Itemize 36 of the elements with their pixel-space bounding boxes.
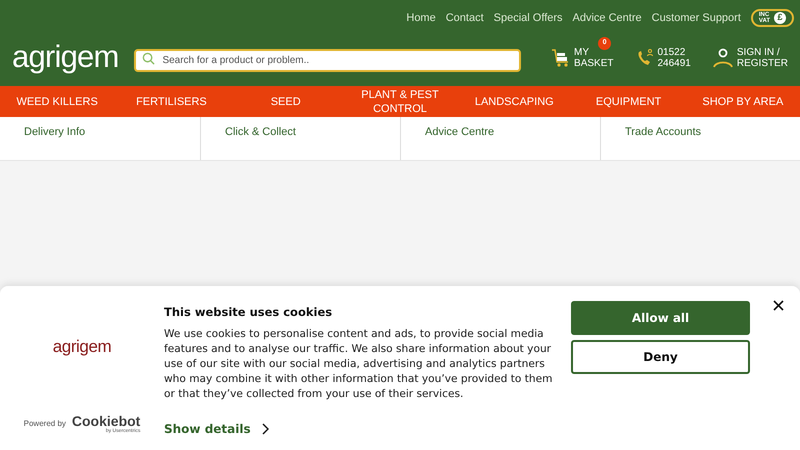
sub-nav-link[interactable]: Delivery Info (24, 124, 86, 153)
allow-all-button[interactable]: Allow all (571, 301, 750, 335)
show-details-link[interactable]: Show details (164, 420, 569, 438)
currency-symbol: £ (774, 12, 786, 24)
top-link[interactable]: Home (406, 10, 436, 26)
cookiebot-logo[interactable]: Cookiebot (72, 414, 140, 428)
close-icon[interactable] (773, 300, 784, 311)
banner-title: This website uses cookies (164, 304, 334, 321)
sub-nav-link[interactable]: Trade Accounts (625, 124, 702, 153)
site-logo[interactable]: agrigem (12, 40, 134, 76)
sign-in-link[interactable]: SIGN IN / REGISTER (736, 47, 788, 69)
top-link[interactable]: Advice Centre (572, 10, 642, 26)
powered-by-text: Powered by (24, 418, 66, 430)
user-icon (712, 48, 733, 68)
nav-item[interactable]: LANDSCAPING (457, 86, 572, 117)
search-field[interactable]: Search for a product or problem.. (134, 48, 522, 72)
nav-item[interactable]: WEED KILLERS (0, 86, 114, 117)
nav-item[interactable]: PLANT & PEST CONTROL (342, 86, 458, 117)
banner-text: We use cookies to personalise content and ads, to provide social media features and to analyse our traffic. We also share information about your use of our site with our social media, advertising and analytics partners who may combine it with other information that you’ve provided to them or that they’ve collected from your use of their services. (164, 327, 554, 402)
nav-item[interactable]: EQUIPMENT (571, 86, 686, 117)
top-link[interactable]: Customer Support (652, 10, 741, 26)
sub-nav-link[interactable]: Advice Centre (425, 124, 494, 153)
top-link[interactable]: Special Offers (494, 10, 563, 26)
nav-item[interactable]: SEED (228, 86, 343, 117)
chevron-right-icon (260, 423, 269, 436)
top-link[interactable]: Contact (446, 10, 484, 26)
nav-item[interactable]: FERTILISERS (114, 86, 229, 117)
deny-button[interactable]: Deny (571, 340, 750, 374)
search-icon (142, 52, 156, 64)
nav-item[interactable]: SHOP BY AREA (686, 86, 800, 117)
basket-icon (551, 48, 570, 68)
sub-nav-link[interactable]: Click & Collect (225, 124, 296, 153)
basket-link[interactable]: MY BASKET (574, 47, 614, 69)
banner-logo: agrigem (52, 336, 112, 358)
phone-icon (636, 48, 654, 68)
phone-number[interactable]: 01522 246491 (658, 47, 691, 69)
